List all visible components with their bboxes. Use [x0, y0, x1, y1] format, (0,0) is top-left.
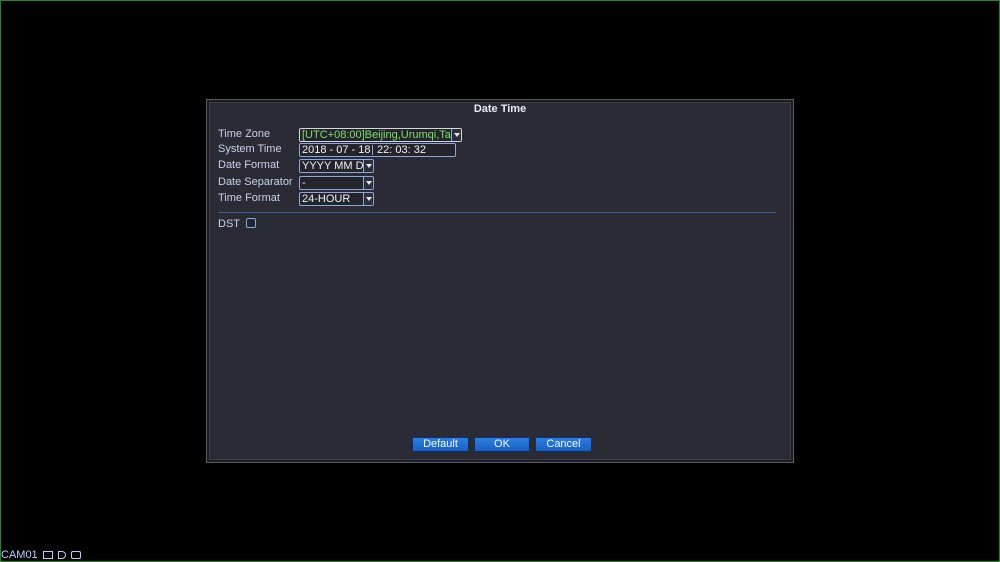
date-format-value: YYYY MM D: [302, 160, 364, 172]
channel-name: CAM01: [1, 549, 38, 561]
dst-label: DST: [218, 218, 240, 230]
chevron-down-icon[interactable]: [363, 193, 373, 205]
system-time-value[interactable]: 22: 03: 32: [377, 144, 426, 156]
time-format-label: Time Format: [218, 192, 280, 204]
motion-icon: [70, 551, 81, 560]
chevron-down-icon[interactable]: [451, 129, 461, 141]
date-format-label: Date Format: [218, 159, 280, 171]
system-time-input[interactable]: 2018 - 07 - 18 22: 03: 32: [299, 143, 456, 157]
dst-checkbox[interactable]: [246, 218, 256, 228]
record-icon: [42, 551, 53, 560]
date-time-dialog: Date Time Time Zone [UTC+08:00]Beijing,U…: [206, 99, 794, 463]
date-format-select[interactable]: YYYY MM D: [299, 159, 374, 173]
system-date-value[interactable]: 2018 - 07 - 18: [302, 144, 371, 156]
date-separator-label: Date Separator: [218, 176, 293, 188]
audio-muted-icon: [57, 551, 66, 560]
time-zone-select[interactable]: [UTC+08:00]Beijing,Urumqi,Ta: [299, 128, 462, 142]
date-time-divider: [372, 145, 373, 155]
date-separator-select[interactable]: -: [299, 176, 374, 190]
time-zone-label: Time Zone: [218, 128, 271, 140]
system-time-label: System Time: [218, 143, 282, 155]
time-zone-value: [UTC+08:00]Beijing,Urumqi,Ta: [302, 129, 451, 141]
time-format-select[interactable]: 24-HOUR: [299, 192, 374, 206]
status-bar: CAM01: [1, 549, 81, 561]
date-separator-value: -: [302, 177, 306, 189]
chevron-down-icon[interactable]: [363, 177, 373, 189]
ok-button[interactable]: OK: [474, 437, 530, 452]
default-button[interactable]: Default: [412, 437, 469, 452]
section-divider: [218, 212, 776, 213]
time-format-value: 24-HOUR: [302, 193, 351, 205]
cancel-button[interactable]: Cancel: [535, 437, 592, 452]
chevron-down-icon[interactable]: [363, 160, 373, 172]
dialog-title: Date Time: [473, 103, 527, 115]
